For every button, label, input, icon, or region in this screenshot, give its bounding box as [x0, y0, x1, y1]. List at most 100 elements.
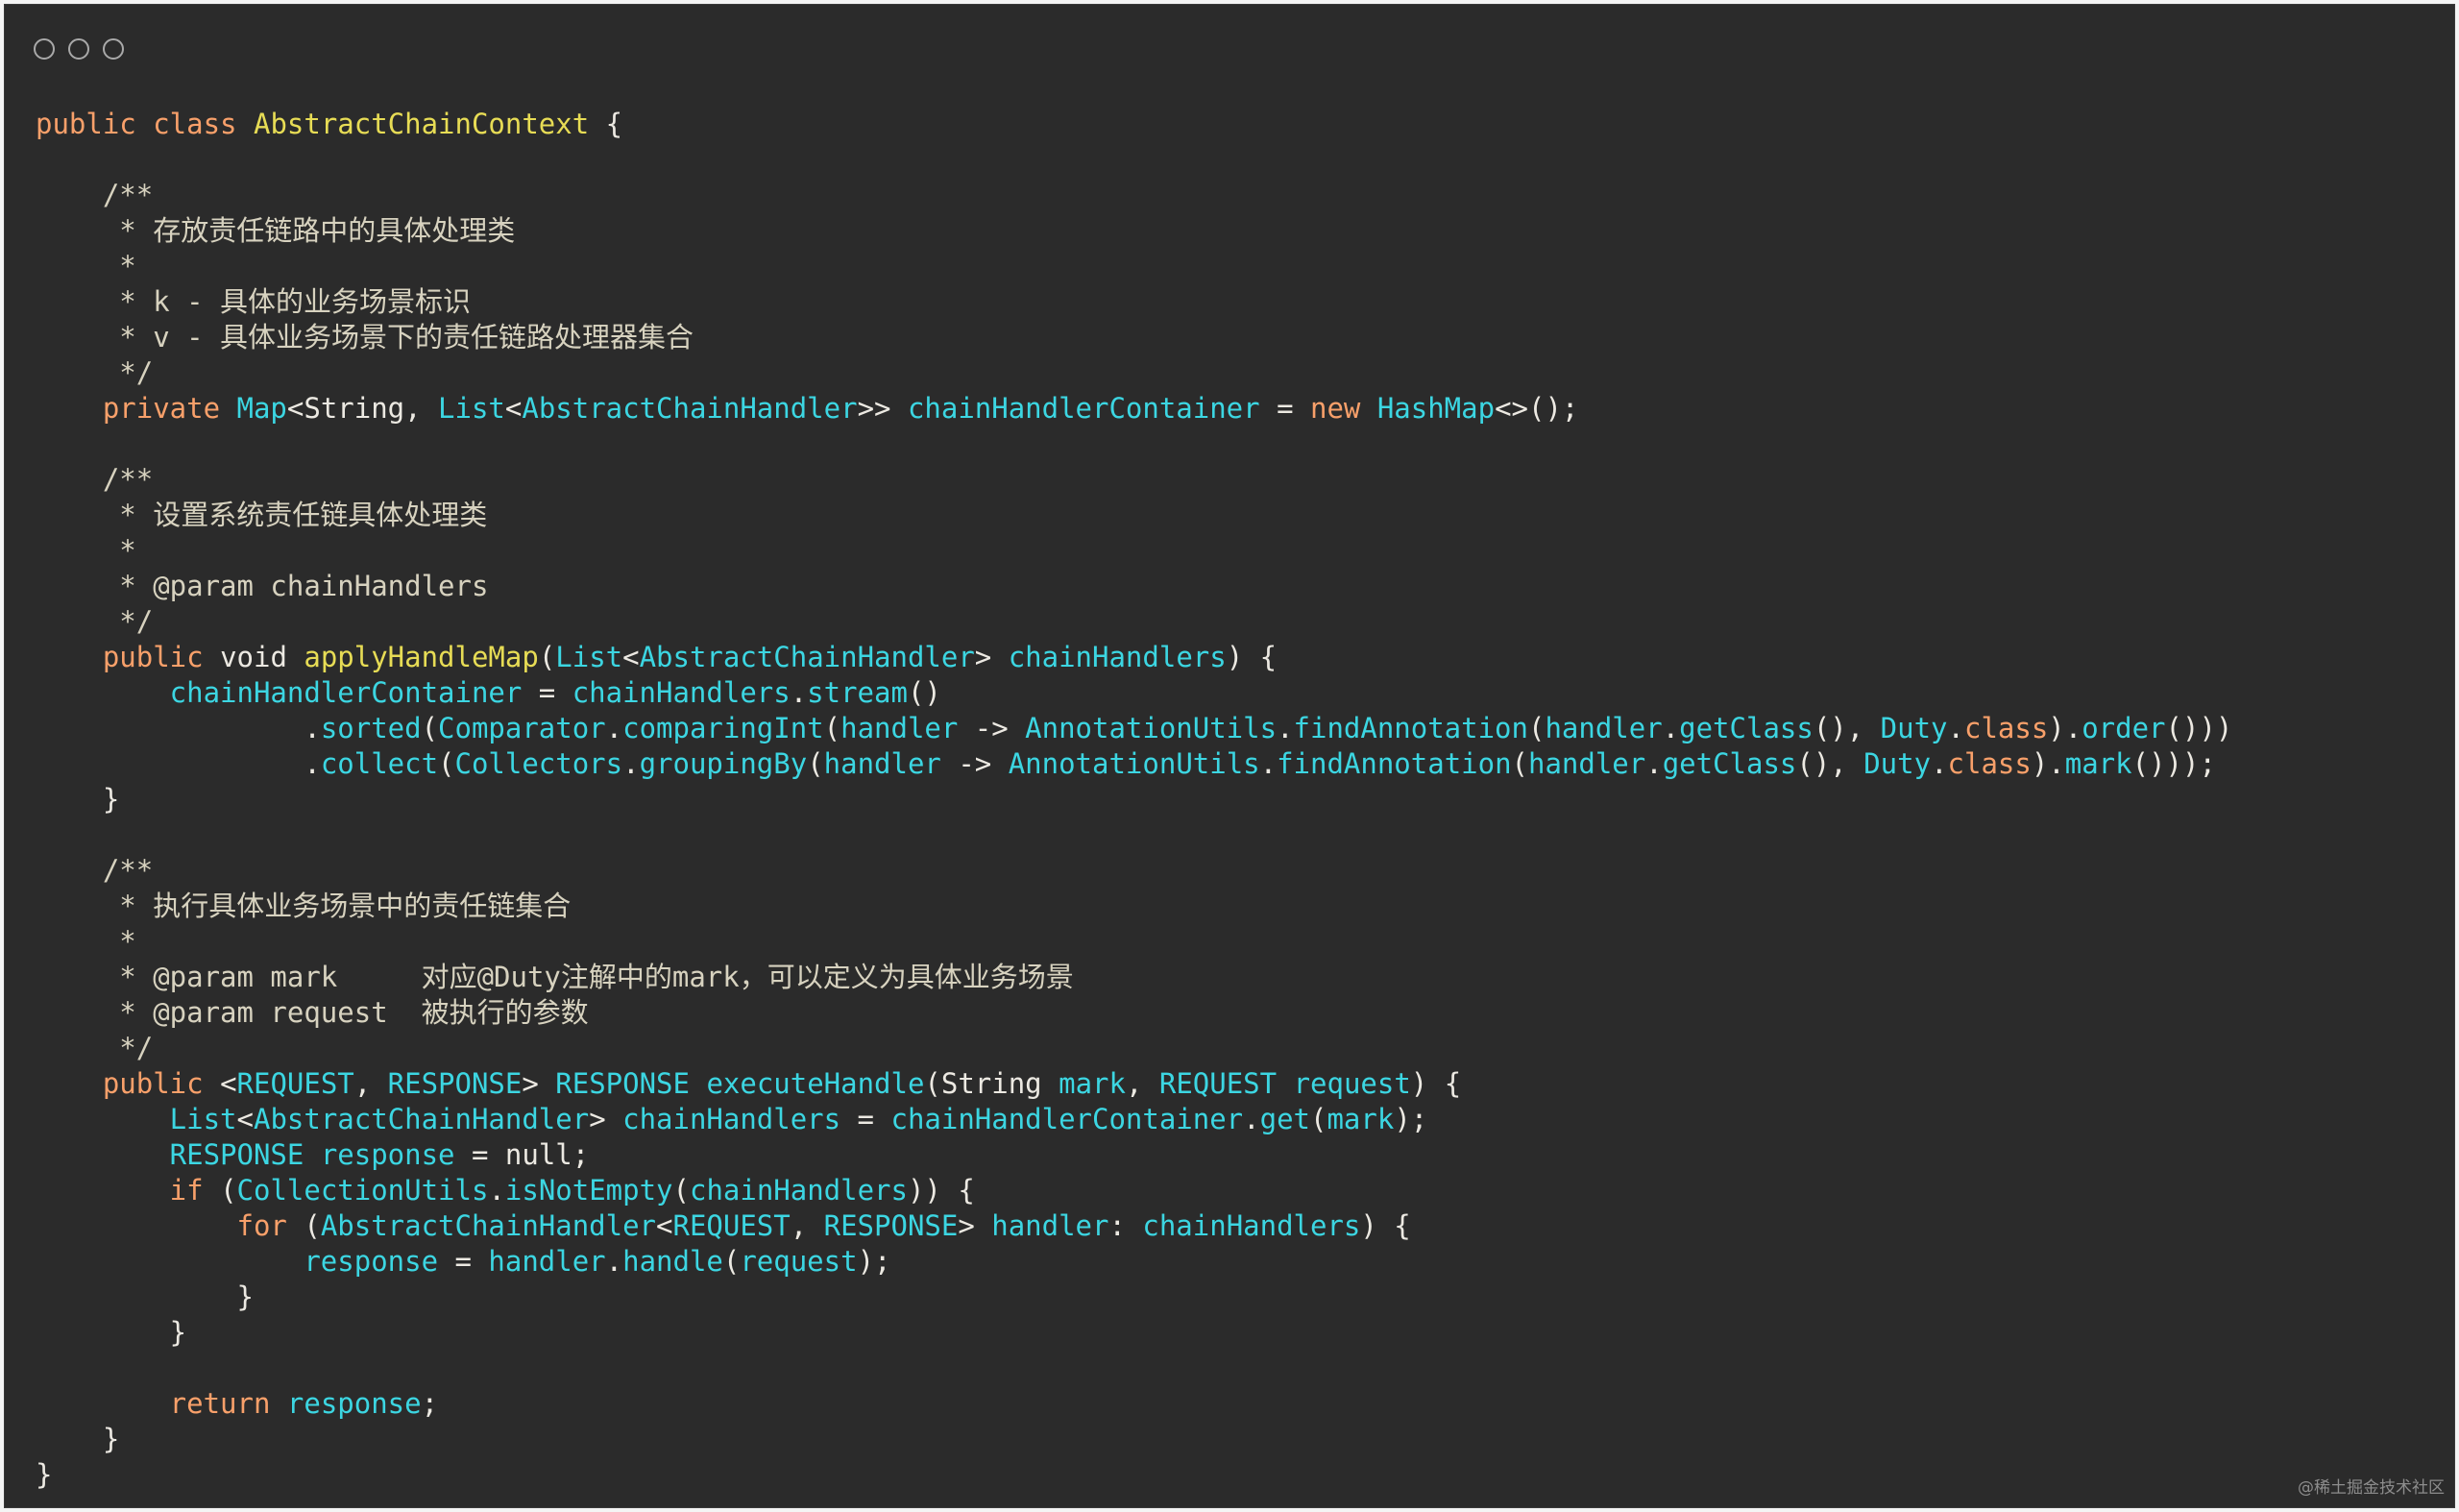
code-token: ) { — [1226, 641, 1278, 673]
code-token: response — [320, 1138, 455, 1171]
code-token: for — [36, 1209, 304, 1242]
code-line: * @param mark 对应@Duty注解中的mark，可以定义为具体业务场… — [36, 960, 2232, 995]
window-controls — [34, 38, 124, 60]
code-token: { — [589, 108, 623, 140]
code-token: . — [1259, 747, 1278, 780]
code-token: * — [36, 534, 136, 567]
code-token: ); — [1394, 1103, 1428, 1135]
code-token: ( — [1511, 747, 1528, 780]
code-token: handler — [823, 747, 941, 780]
code-line: .sorted(Comparator.comparingInt(handler … — [36, 711, 2232, 746]
code-token: -> — [940, 747, 1009, 780]
code-token: . — [1243, 1103, 1260, 1135]
code-token: )) { — [907, 1174, 975, 1207]
code-token: ; — [421, 1387, 439, 1420]
code-token: > — [522, 1067, 556, 1100]
code-line: RESPONSE response = null; — [36, 1137, 2232, 1173]
code-token: CollectionUtils — [236, 1174, 489, 1207]
code-token: chainHandlers — [689, 1174, 908, 1207]
code-token: * 设置系统责任链具体处理类 — [36, 499, 488, 531]
code-token: mark — [1327, 1103, 1395, 1135]
code-token: stream — [807, 676, 908, 709]
code-token: , — [353, 1067, 388, 1100]
code-token: . — [488, 1174, 505, 1207]
code-line: for (AbstractChainHandler<REQUEST, RESPO… — [36, 1208, 2232, 1244]
code-token: comparingInt — [622, 712, 824, 744]
code-token: <String, — [286, 392, 439, 425]
code-token: = — [1259, 392, 1310, 425]
code-token: AbstractChainHandler — [639, 641, 975, 673]
code-token: List — [555, 641, 623, 673]
code-line: if (CollectionUtils.isNotEmpty(chainHand… — [36, 1173, 2232, 1208]
code-token: RESPONSE — [555, 1067, 690, 1100]
code-line: * v - 具体业务场景下的责任链路处理器集合 — [36, 320, 2232, 355]
code-line: private Map<String, List<AbstractChainHa… — [36, 391, 2232, 427]
code-token: ())) — [2165, 712, 2233, 744]
code-token: private — [36, 392, 237, 425]
window-dot-icon[interactable] — [34, 38, 55, 60]
code-token: > — [974, 641, 1009, 673]
code-token: AbstractChainHandler — [320, 1209, 657, 1242]
code-token: * @param request 被执行的参数 — [36, 996, 589, 1029]
window-dot-icon[interactable] — [103, 38, 124, 60]
code-token: = — [522, 676, 572, 709]
code-token: request — [740, 1245, 858, 1278]
code-token: . — [605, 712, 623, 744]
code-token: order — [2082, 712, 2166, 744]
code-token: sorted — [320, 712, 422, 744]
code-token: handler — [840, 712, 959, 744]
code-token: . — [1947, 712, 1964, 744]
code-token: } — [36, 1423, 120, 1455]
code-token: REQUEST — [236, 1067, 354, 1100]
code-token: , — [790, 1209, 824, 1242]
code-token: . — [1277, 712, 1294, 744]
code-line: } — [36, 782, 2232, 817]
code-token: Duty — [1880, 712, 1948, 744]
code-token: ( — [220, 1174, 237, 1207]
code-line: /** — [36, 178, 2232, 213]
code-token: } — [36, 1280, 254, 1313]
code-token: handler — [488, 1245, 606, 1278]
code-token: response — [286, 1387, 422, 1420]
code-line: chainHandlerContainer = chainHandlers.st… — [36, 675, 2232, 711]
code-token: chainHandlerContainer — [890, 1103, 1244, 1135]
code-token: ( — [1310, 1103, 1327, 1135]
code-token: ); — [857, 1245, 891, 1278]
code-token: return — [36, 1387, 287, 1420]
code-token: handle — [622, 1245, 723, 1278]
code-token: handler — [991, 1209, 1109, 1242]
code-token: ( — [722, 1245, 741, 1278]
code-token: * @param mark 对应@Duty注解中的mark，可以定义为具体业务场… — [36, 961, 1074, 993]
code-token: get — [1259, 1103, 1310, 1135]
code-token: */ — [36, 605, 154, 638]
code-token: */ — [36, 1032, 154, 1064]
code-token: : — [1108, 1209, 1143, 1242]
code-token: REQUEST — [672, 1209, 791, 1242]
code-token: getClass — [1679, 712, 1814, 744]
window-dot-icon[interactable] — [68, 38, 89, 60]
code-token: chainHandlers — [622, 1103, 841, 1135]
code-token: ( — [438, 747, 455, 780]
code-token: -> — [958, 712, 1026, 744]
code-token: ) { — [1360, 1209, 1411, 1242]
code-line: * k - 具体的业务场景标识 — [36, 284, 2232, 320]
code-line: response = handler.handle(request); — [36, 1244, 2232, 1280]
code-token: List — [36, 1103, 237, 1135]
code-token: = — [840, 1103, 891, 1135]
code-token: AnnotationUtils — [1025, 712, 1278, 744]
code-token: ). — [2031, 747, 2065, 780]
code-token: > — [589, 1103, 623, 1135]
code-line: public void applyHandleMap(List<Abstract… — [36, 640, 2232, 675]
code-token: * 执行具体业务场景中的责任链集合 — [36, 890, 572, 922]
code-line: * 存放责任链路中的具体处理类 — [36, 213, 2232, 249]
code-token: (String — [924, 1067, 1059, 1100]
code-token: } — [36, 1316, 187, 1349]
code-token: (), — [1813, 712, 1881, 744]
code-token: < — [220, 1067, 237, 1100]
code-token: (), — [1796, 747, 1864, 780]
code-token: class — [1963, 712, 2049, 744]
code-token: List — [438, 392, 505, 425]
